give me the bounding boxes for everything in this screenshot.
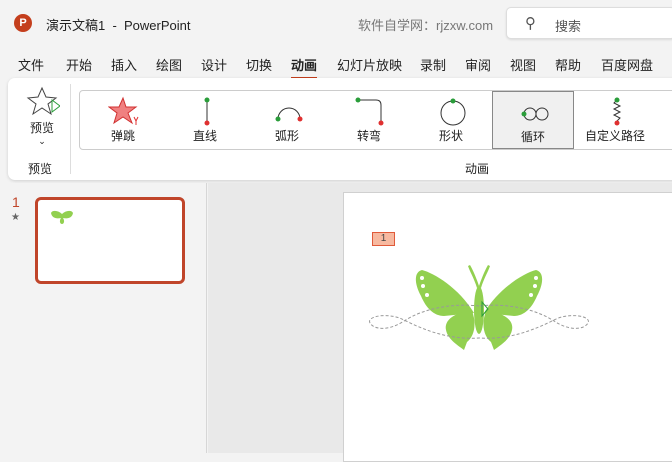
tab-draw[interactable]: 绘图 — [156, 55, 182, 74]
tab-insert[interactable]: 插入 — [111, 55, 137, 74]
arc-path-icon — [275, 107, 303, 122]
gallery-item-turn[interactable]: 转弯 — [328, 91, 410, 149]
gallery-item-loop[interactable]: 循环 — [492, 91, 574, 149]
butterfly-thumbnail — [51, 210, 73, 224]
tab-slideshow[interactable]: 幻灯片放映 — [337, 55, 402, 74]
powerpoint-logo: P — [14, 14, 32, 32]
tab-file[interactable]: 文件 — [18, 55, 44, 74]
animation-order-tag[interactable]: 1 — [372, 232, 395, 246]
gallery-item-line[interactable]: 直线 — [164, 91, 246, 149]
gallery-item-arc[interactable]: 弧形 — [246, 91, 328, 149]
animation-gallery: 弹跳 直线 弧形 转弯 形状 循环 自定义路径 — [79, 90, 672, 150]
preview-group-label: 预览 — [28, 162, 53, 176]
tab-review[interactable]: 审阅 — [465, 55, 491, 74]
butterfly-image[interactable] — [364, 258, 594, 353]
window-title: 演示文稿1 - PowerPoint — [46, 18, 191, 33]
circle-path-icon — [440, 98, 466, 126]
tab-help[interactable]: 帮助 — [555, 55, 581, 74]
animation-star-icon: ★ — [11, 212, 20, 223]
preview-label: 预览 — [29, 121, 54, 135]
tab-transitions[interactable]: 切换 — [246, 55, 272, 74]
tab-view[interactable]: 视图 — [510, 55, 536, 74]
search-input[interactable]: 搜索 — [555, 16, 581, 35]
group-divider — [70, 84, 71, 174]
gallery-item-custom-path[interactable]: 自定义路径 — [574, 91, 656, 149]
tab-record[interactable]: 录制 — [420, 55, 446, 74]
gallery-item-bounce[interactable]: 弹跳 — [82, 91, 164, 149]
slide-thumbnail[interactable] — [35, 197, 185, 284]
preview-button[interactable]: 预览 ⌄ — [22, 86, 62, 148]
turn-path-icon — [355, 97, 384, 126]
slide-number: 1 — [12, 194, 20, 210]
line-path-icon — [204, 97, 210, 126]
tab-design[interactable]: 设计 — [201, 55, 227, 74]
site-watermark: 软件自学网：rjzxw.com — [358, 18, 494, 33]
tab-home[interactable]: 开始 — [66, 55, 92, 74]
tab-baidu[interactable]: 百度网盘 — [601, 55, 653, 74]
slide[interactable]: 1 — [343, 192, 672, 462]
chevron-down-icon: ⌄ — [38, 136, 46, 146]
loop-path-icon — [521, 107, 549, 121]
star-play-icon — [26, 86, 61, 116]
bounce-star-icon — [108, 96, 139, 125]
custom-path-icon — [612, 97, 622, 126]
tab-animations[interactable]: 动画 — [291, 55, 318, 79]
animation-group-label: 动画 — [465, 162, 490, 176]
gallery-item-shape[interactable]: 形状 — [410, 91, 492, 149]
search-icon: ⚲ — [525, 15, 536, 32]
search-box[interactable]: ⚲ 搜索 — [506, 7, 672, 39]
